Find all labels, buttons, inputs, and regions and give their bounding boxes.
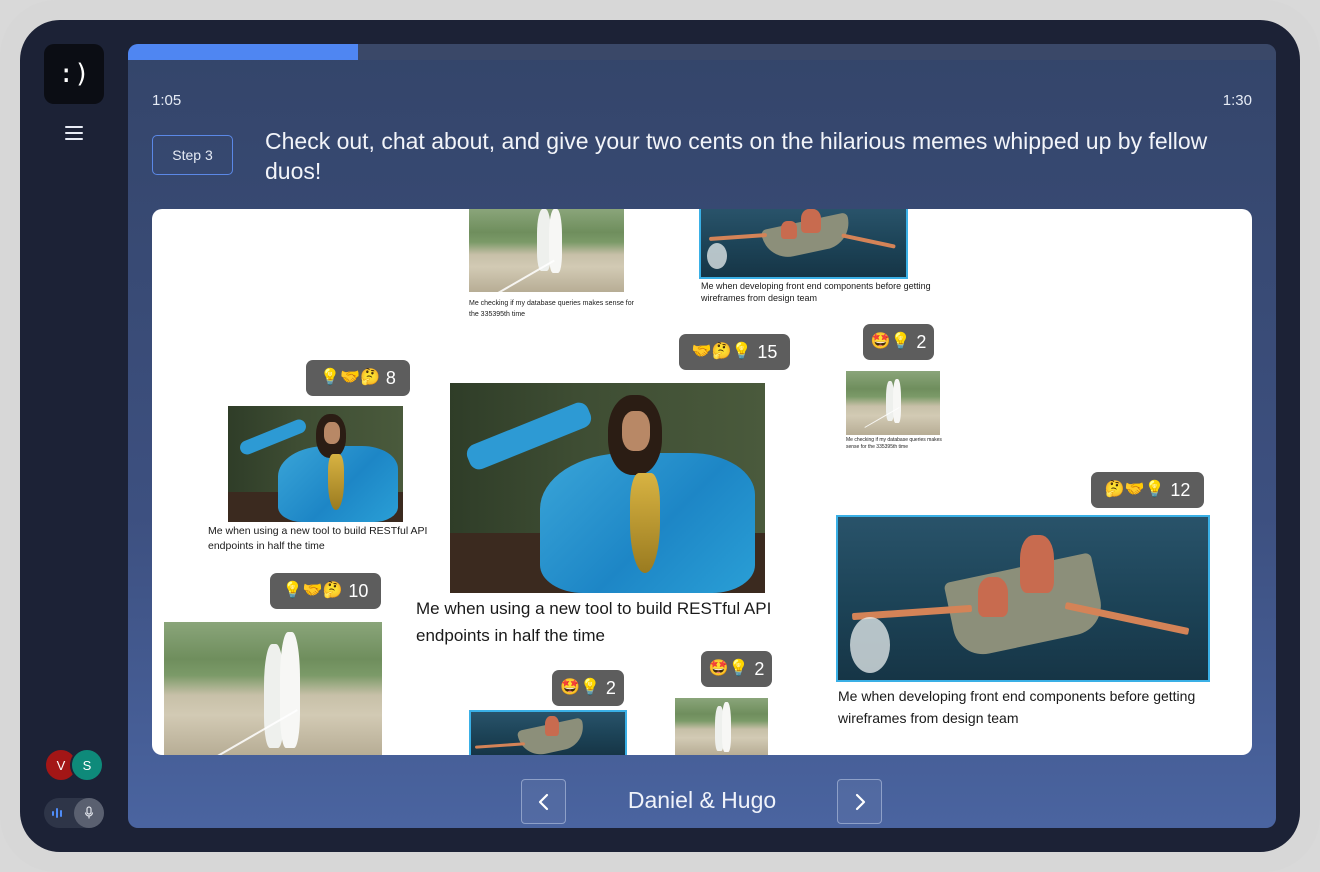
audio-level-icon	[52, 806, 66, 820]
reaction-count: 10	[348, 580, 369, 601]
meme-card[interactable]: Me when developing front end components …	[836, 515, 1238, 732]
reaction-emojis: 💡🤝🤔	[282, 582, 343, 599]
microphone-icon	[84, 806, 94, 819]
meme-card[interactable]: Me when using a new tool to build RESTfu…	[208, 406, 438, 556]
avatar[interactable]: S	[70, 748, 104, 782]
reaction-badge[interactable]: 🤩💡 2	[552, 670, 624, 706]
team-name: Daniel & Hugo	[627, 787, 777, 813]
meme-card[interactable]	[469, 710, 627, 755]
next-team-button[interactable]	[837, 779, 882, 824]
meme-caption: Me when using a new tool to build RESTfu…	[416, 599, 772, 645]
meme-caption: Me checking if my database queries makes…	[469, 300, 634, 318]
activity-panel: 1:05 1:30 Step 3 Check out, chat about, …	[128, 44, 1276, 828]
reaction-emojis: 🤔🤝💡	[1104, 481, 1165, 498]
meme-image	[164, 622, 382, 755]
chevron-right-icon	[855, 793, 865, 810]
meme-image	[675, 698, 768, 755]
meme-card[interactable]	[675, 698, 768, 755]
chevron-left-icon	[538, 793, 548, 810]
reaction-emojis: 🤝🤔💡	[691, 343, 752, 360]
reaction-badge[interactable]: 🤝🤔💡 15	[679, 334, 790, 370]
meme-card[interactable]: Me when developing front end components …	[699, 209, 941, 309]
elapsed-time: 1:05	[152, 92, 182, 109]
meme-card[interactable]: Me checking if my database queries makes…	[846, 371, 956, 451]
reaction-count: 12	[1170, 479, 1191, 500]
hamburger-menu-icon[interactable]	[62, 122, 86, 144]
app-screen: :) V S 1:05 1:30 Step 3 Check out, chat …	[20, 20, 1300, 852]
step-instructions: Check out, chat about, and give your two…	[265, 128, 1208, 184]
reaction-emojis: 🤩💡	[708, 660, 749, 677]
app-logo[interactable]: :)	[44, 44, 104, 104]
total-time: 1:30	[1222, 92, 1252, 109]
meme-caption: Me when developing front end components …	[701, 281, 931, 303]
reaction-badge[interactable]: 💡🤝🤔 8	[306, 360, 410, 396]
participant-avatars: V S	[44, 748, 108, 784]
reaction-count: 2	[754, 658, 765, 679]
meme-image	[699, 209, 908, 279]
timer-progress-bar	[128, 44, 1276, 60]
previous-team-button[interactable]	[521, 779, 566, 824]
reaction-emojis: 🤩💡	[560, 679, 600, 696]
mic-toggle-button[interactable]	[74, 798, 104, 828]
reaction-emojis: 💡🤝🤔	[320, 369, 380, 386]
meme-image	[469, 209, 624, 292]
meme-image	[846, 371, 940, 435]
reaction-badge[interactable]: 🤩💡 2	[863, 324, 934, 360]
meme-card[interactable]: Me checking if my database queries makes…	[469, 209, 644, 324]
step-badge: Step 3	[152, 135, 233, 175]
meme-board[interactable]: Me checking if my database queries makes…	[152, 209, 1252, 755]
reaction-badge[interactable]: 🤩💡 2	[701, 651, 772, 687]
reaction-emojis: 🤩💡	[870, 333, 911, 350]
meme-caption: Me when using a new tool to build RESTfu…	[208, 525, 428, 552]
meme-image	[450, 383, 765, 593]
meme-image	[836, 515, 1210, 682]
meme-caption: Me checking if my database queries makes…	[846, 437, 942, 450]
meme-card[interactable]: Me when using a new tool to build RESTfu…	[416, 383, 816, 649]
tablet-frame: :) V S 1:05 1:30 Step 3 Check out, chat …	[0, 0, 1320, 872]
reaction-count: 2	[605, 677, 616, 698]
reaction-count: 15	[757, 341, 778, 362]
meme-caption: Me when developing front end components …	[838, 688, 1196, 726]
meme-image	[469, 710, 627, 755]
timer-progress-fill	[128, 44, 358, 60]
reaction-badge[interactable]: 🤔🤝💡 12	[1091, 472, 1204, 508]
reaction-badge[interactable]: 💡🤝🤔 10	[270, 573, 381, 609]
meme-image	[228, 406, 403, 522]
reaction-count: 2	[916, 331, 927, 352]
reaction-count: 8	[385, 367, 396, 388]
meme-card[interactable]	[164, 622, 382, 755]
voice-controls[interactable]	[44, 798, 104, 828]
